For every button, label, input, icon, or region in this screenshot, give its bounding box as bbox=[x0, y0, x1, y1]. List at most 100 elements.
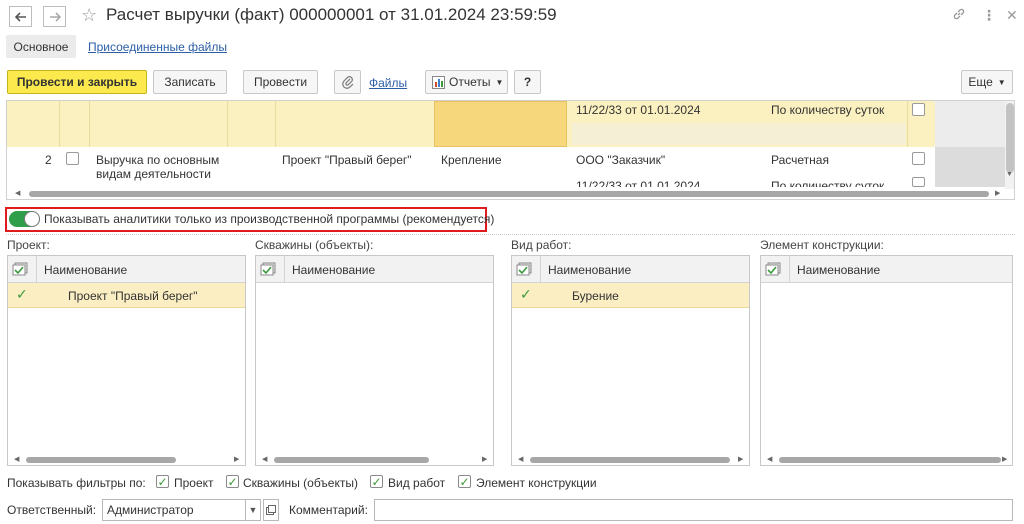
horizontal-scroll-thumb[interactable] bbox=[274, 457, 429, 463]
scroll-left-arrow-icon[interactable]: ◀ bbox=[518, 455, 523, 463]
filter-work-label[interactable]: Вид работ bbox=[388, 476, 445, 490]
scroll-left-arrow-icon[interactable]: ◀ bbox=[14, 455, 19, 463]
scroll-right-arrow-icon[interactable]: ▶ bbox=[234, 455, 239, 463]
list-item[interactable]: ✓ Проект "Правый берег" bbox=[8, 283, 245, 308]
table-cell-name: Выручка по основным bbox=[96, 153, 220, 167]
toggle-knob[interactable] bbox=[24, 211, 40, 227]
scroll-left-arrow-icon[interactable]: ◀ bbox=[767, 455, 772, 463]
table-cell-date: 11/22/33 от 01.01.2024 bbox=[576, 179, 701, 187]
row-checkbox[interactable] bbox=[912, 152, 925, 165]
table-cell-selected[interactable] bbox=[434, 101, 567, 147]
table-cell-work: Крепление bbox=[441, 153, 502, 167]
back-arrow-icon bbox=[14, 11, 26, 22]
wells-list[interactable]: Наименование ◀ ▶ bbox=[255, 255, 494, 466]
dropdown-arrow-icon: ▼ bbox=[495, 77, 504, 87]
panel-title-wells: Скважины (объекты): bbox=[255, 238, 374, 252]
list-header: Наименование bbox=[761, 256, 1012, 283]
revenue-table[interactable]: 11/22/33 от 01.01.2024 По количеству сут… bbox=[6, 100, 1015, 200]
project-list[interactable]: Наименование ✓ Проект "Правый берег" ◀ ▶ bbox=[7, 255, 246, 466]
favorite-star-icon[interactable]: ☆ bbox=[81, 5, 97, 25]
scroll-down-arrow-icon[interactable]: ▼ bbox=[1006, 171, 1013, 179]
table-cell-name: видам деятельности bbox=[96, 167, 211, 181]
table-filler bbox=[935, 101, 1005, 147]
panel-title-project: Проект: bbox=[7, 238, 50, 252]
table-cell-method: По количеству суток bbox=[771, 179, 885, 187]
column-divider bbox=[540, 256, 541, 283]
column-divider bbox=[907, 101, 908, 147]
table-cell-counterparty: ООО "Заказчик" bbox=[576, 153, 666, 167]
list-item-label: Проект "Правый берег" bbox=[68, 289, 198, 303]
table-filler bbox=[935, 147, 1005, 187]
checkmark-icon[interactable]: ✓ bbox=[16, 286, 28, 303]
open-window-icon bbox=[266, 505, 276, 515]
help-button[interactable]: ? bbox=[514, 70, 541, 94]
scroll-right-arrow-icon[interactable]: ▶ bbox=[738, 455, 743, 463]
responsible-dropdown-button[interactable]: ▼ bbox=[245, 499, 261, 521]
scroll-right-arrow-icon[interactable]: ▶ bbox=[1002, 455, 1007, 463]
table-cell-date: 11/22/33 от 01.01.2024 bbox=[576, 103, 701, 117]
row-checkbox[interactable] bbox=[912, 103, 925, 116]
column-divider bbox=[284, 256, 285, 283]
filter-project-checkbox[interactable]: ✓ bbox=[156, 475, 169, 488]
comment-label: Комментарий: bbox=[289, 503, 368, 517]
more-vertical-icon[interactable]: ⋮ bbox=[982, 7, 996, 23]
scroll-left-arrow-icon[interactable]: ◀ bbox=[262, 455, 267, 463]
filter-element-checkbox[interactable]: ✓ bbox=[458, 475, 471, 488]
tab-main[interactable]: Основное bbox=[6, 35, 76, 58]
link-icon[interactable] bbox=[952, 7, 966, 24]
column-header-name[interactable]: Наименование bbox=[44, 263, 127, 277]
column-divider bbox=[227, 101, 228, 147]
more-button[interactable]: Еще ▼ bbox=[961, 70, 1013, 94]
responsible-label: Ответственный: bbox=[7, 503, 97, 517]
checkmark-icon[interactable]: ✓ bbox=[520, 286, 532, 303]
responsible-field[interactable]: Администратор bbox=[102, 499, 246, 521]
more-label: Еще bbox=[968, 75, 993, 89]
row-checkbox[interactable] bbox=[66, 152, 79, 165]
column-header-name[interactable]: Наименование bbox=[797, 263, 880, 277]
check-column-icon[interactable] bbox=[516, 262, 534, 277]
column-divider bbox=[789, 256, 790, 283]
work-type-list[interactable]: Наименование ✓ Бурение ◀ ▶ bbox=[511, 255, 750, 466]
post-button[interactable]: Провести bbox=[243, 70, 318, 94]
save-button[interactable]: Записать bbox=[153, 70, 227, 94]
horizontal-scroll-thumb[interactable] bbox=[779, 457, 1001, 463]
list-header: Наименование bbox=[256, 256, 493, 283]
filter-wells-label[interactable]: Скважины (объекты) bbox=[243, 476, 358, 490]
table-cell-number: 2 bbox=[45, 153, 52, 167]
row-checkbox[interactable] bbox=[912, 177, 925, 187]
panel-title-work: Вид работ: bbox=[511, 238, 572, 252]
attach-button[interactable] bbox=[334, 70, 361, 94]
forward-button[interactable] bbox=[43, 6, 66, 27]
horizontal-scroll-thumb[interactable] bbox=[26, 457, 176, 463]
filter-element-label[interactable]: Элемент конструкции bbox=[476, 476, 597, 490]
back-button[interactable] bbox=[9, 6, 32, 27]
tab-attached-files[interactable]: Присоединенные файлы bbox=[88, 40, 227, 54]
construction-element-list[interactable]: Наименование ◀ ▶ bbox=[760, 255, 1013, 466]
filter-project-label[interactable]: Проект bbox=[174, 476, 214, 490]
toggle-label: Показывать аналитики только из производс… bbox=[44, 212, 495, 226]
vertical-scroll-thumb[interactable] bbox=[1006, 103, 1014, 173]
scroll-right-arrow-icon[interactable]: ▶ bbox=[482, 455, 487, 463]
list-item[interactable]: ✓ Бурение bbox=[512, 283, 749, 308]
check-column-icon[interactable] bbox=[260, 262, 278, 277]
column-header-name[interactable]: Наименование bbox=[548, 263, 631, 277]
check-column-icon[interactable] bbox=[12, 262, 30, 277]
close-icon[interactable]: ✕ bbox=[1006, 7, 1018, 23]
horizontal-scroll-thumb[interactable] bbox=[29, 191, 989, 197]
paperclip-icon bbox=[341, 76, 353, 89]
scroll-left-arrow-icon[interactable]: ◀ bbox=[15, 190, 20, 198]
divider bbox=[6, 234, 1015, 235]
comment-field[interactable] bbox=[374, 499, 1013, 521]
column-header-name[interactable]: Наименование bbox=[292, 263, 375, 277]
filter-wells-checkbox[interactable]: ✓ bbox=[226, 475, 239, 488]
open-link-button[interactable] bbox=[263, 499, 279, 521]
filter-work-checkbox[interactable]: ✓ bbox=[370, 475, 383, 488]
page-title: Расчет выручки (факт) 000000001 от 31.01… bbox=[106, 5, 557, 24]
scroll-right-arrow-icon[interactable]: ▶ bbox=[995, 190, 1000, 198]
reports-button[interactable]: Отчеты ▼ bbox=[425, 70, 508, 94]
horizontal-scroll-thumb[interactable] bbox=[530, 457, 730, 463]
files-link[interactable]: Файлы bbox=[369, 76, 407, 90]
check-column-icon[interactable] bbox=[765, 262, 783, 277]
post-and-close-button[interactable]: Провести и закрыть bbox=[7, 70, 147, 94]
column-divider bbox=[275, 101, 276, 147]
